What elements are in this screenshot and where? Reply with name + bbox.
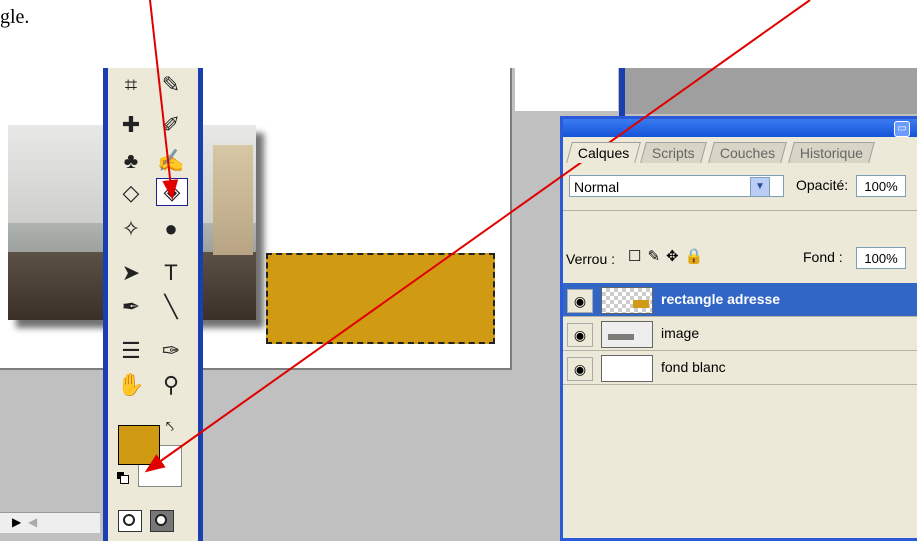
annotation-arrows xyxy=(144,0,811,473)
arrow-to-foreground-color xyxy=(144,0,811,473)
arrow-to-paint-bucket xyxy=(149,0,179,200)
tab-calques[interactable]: Calques xyxy=(566,142,642,163)
